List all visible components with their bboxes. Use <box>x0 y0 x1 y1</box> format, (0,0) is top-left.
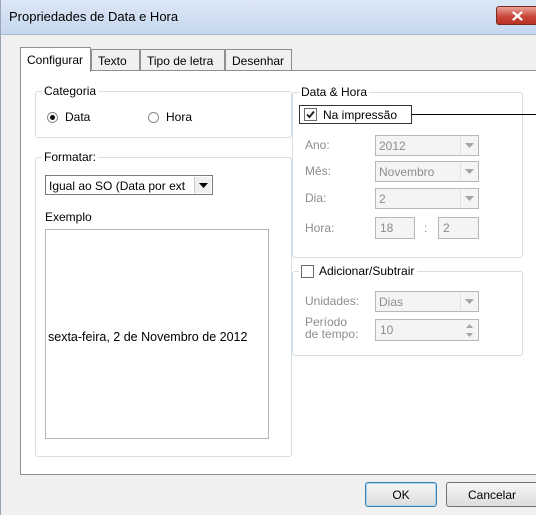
mes-select[interactable]: Novembro <box>375 161 479 182</box>
formatar-select[interactable]: Igual ao SO (Data por ext <box>45 175 213 195</box>
ok-button[interactable]: OK <box>365 482 437 507</box>
unidades-label: Unidades: <box>305 294 360 308</box>
categoria-label: Categoria <box>42 84 99 98</box>
close-icon <box>511 10 523 21</box>
radio-data-indicator <box>47 111 58 123</box>
dia-label: Dia: <box>305 191 327 205</box>
minuto-input[interactable]: 2 <box>438 217 479 239</box>
tab-panel-configurar: Categoria Data Hora Formatar: Igual ao S… <box>20 70 536 475</box>
tab-configurar[interactable]: Configurar <box>20 47 91 72</box>
formatar-group: Formatar: Igual ao SO (Data por ext Exem… <box>35 150 292 457</box>
radio-hora-indicator <box>148 111 159 123</box>
mes-label: Mês: <box>305 164 332 178</box>
callout-line <box>412 114 536 115</box>
exemplo-text: sexta-feira, 2 de Novembro de 2012 <box>48 330 248 344</box>
dialog-window: Propriedades de Data e Hora Configurar T… <box>0 0 536 515</box>
close-button[interactable] <box>496 6 536 25</box>
formatar-selected: Igual ao SO (Data por ext <box>49 179 186 193</box>
radio-data-label: Data <box>65 110 91 124</box>
chevron-down-icon <box>460 137 477 154</box>
data-hora-group: Data & Hora Na impressão Ano: 2012 Mês: … <box>292 85 536 258</box>
chevron-down-icon <box>460 293 477 310</box>
adicionar-box <box>301 264 314 278</box>
radio-data[interactable]: Data <box>47 110 90 124</box>
checkmark-icon <box>306 110 315 119</box>
mes-value: Novembro <box>379 165 435 179</box>
periodo-value: 10 <box>380 323 394 337</box>
dia-value: 2 <box>379 192 386 206</box>
hora-input[interactable]: 18 <box>375 217 415 239</box>
spinner-down-icon[interactable] <box>462 330 477 339</box>
ano-select[interactable]: 2012 <box>375 135 479 156</box>
unidades-value: Dias <box>379 295 404 309</box>
title-bar[interactable]: Propriedades de Data e Hora <box>1 0 536 35</box>
na-impressao-box <box>304 108 317 121</box>
tab-desenhar[interactable]: Desenhar <box>225 49 292 70</box>
categoria-group: Categoria Data Hora <box>35 84 292 138</box>
window-title: Propriedades de Data e Hora <box>9 9 179 24</box>
exemplo-label: Exemplo <box>45 210 92 224</box>
formatar-label: Formatar: <box>42 150 99 164</box>
adicionar-checkbox[interactable]: Adicionar/Subtrair <box>299 264 418 278</box>
minuto-value: 2 <box>443 221 450 235</box>
radio-hora[interactable]: Hora <box>148 110 192 124</box>
na-impressao-label: Na impressão <box>323 108 398 122</box>
ano-label: Ano: <box>305 138 330 152</box>
periodo-label-2: de tempo: <box>305 327 359 341</box>
chevron-down-icon <box>460 163 477 180</box>
adicionar-group: Adicionar/Subtrair Unidades: Dias Períod… <box>292 264 523 356</box>
adicionar-label: Adicionar/Subtrair <box>319 264 415 278</box>
tab-texto[interactable]: Texto <box>91 49 140 70</box>
exemplo-preview: sexta-feira, 2 de Novembro de 2012 <box>45 229 269 439</box>
ano-value: 2012 <box>379 139 406 153</box>
time-separator: : <box>424 221 428 235</box>
data-hora-label: Data & Hora <box>299 85 370 99</box>
spinner-up-icon[interactable] <box>462 321 477 330</box>
periodo-spinner[interactable]: 10 <box>375 319 479 341</box>
cancel-button[interactable]: Cancelar <box>446 482 536 507</box>
radio-hora-label: Hora <box>166 110 193 124</box>
chevron-down-icon <box>460 190 477 207</box>
dia-select[interactable]: 2 <box>375 188 479 209</box>
chevron-down-icon <box>194 177 211 193</box>
na-impressao-checkbox[interactable]: Na impressão <box>299 105 412 124</box>
hora-label: Hora: <box>305 221 335 235</box>
tab-tipo-de-letra[interactable]: Tipo de letra <box>140 49 225 70</box>
unidades-select[interactable]: Dias <box>375 291 479 312</box>
hora-value: 18 <box>380 221 394 235</box>
